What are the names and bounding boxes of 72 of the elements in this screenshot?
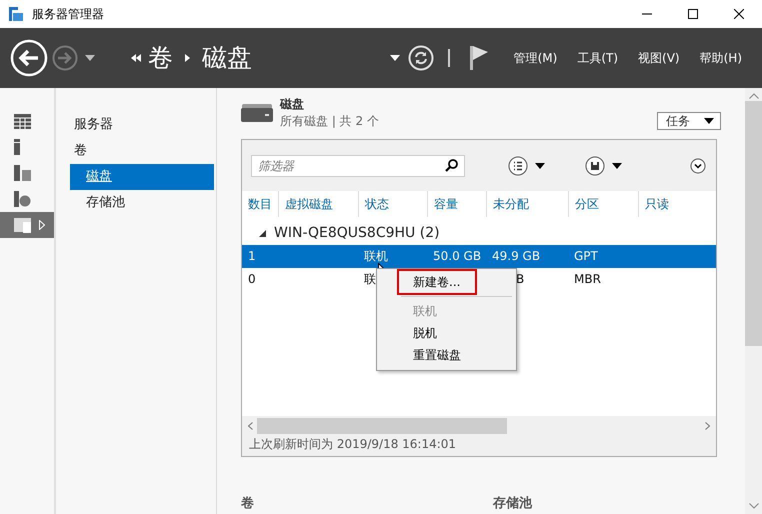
search-icon[interactable] (445, 158, 458, 172)
caret-icon (704, 118, 714, 124)
disk-icon (241, 104, 273, 122)
expand-arrow-icon (39, 220, 45, 230)
selected-row[interactable]: 1 联机 50.0 GB 49.9 GB GPT (242, 245, 716, 268)
server-manager-icon (8, 6, 24, 22)
table-cell-text: 1 (248, 248, 256, 265)
breadcrumb-item[interactable]: 磁盘 (202, 43, 252, 73)
table-cell-text: 联 (364, 271, 376, 288)
toolbar-separator (448, 49, 450, 67)
nav-item[interactable]: 卷 (70, 138, 214, 164)
servers-icon (14, 165, 31, 181)
table-cell-text: 0 (248, 271, 256, 288)
scroll-left-icon[interactable] (248, 422, 253, 430)
view-options-button[interactable] (508, 156, 545, 176)
scroll-up-icon[interactable] (748, 93, 758, 99)
collapse-icon[interactable] (259, 230, 266, 236)
nav-item[interactable]: 磁盘 (70, 164, 214, 190)
menu-item[interactable]: 管理(M) (514, 50, 558, 66)
rail-item[interactable] (0, 212, 54, 238)
scroll-down-icon[interactable] (748, 503, 758, 509)
dashboard-icon (14, 114, 31, 128)
scrollbar-thumb[interactable] (257, 418, 507, 434)
history-caret-icon (85, 55, 95, 61)
table-cell-text: 49.9 GB (492, 248, 540, 265)
menu-item[interactable]: 新建卷... (399, 271, 475, 293)
filter-field[interactable]: 筛选器 (251, 154, 465, 176)
column-header[interactable]: 未分配 (486, 191, 568, 217)
refresh-time: 上次刷新时间为 2019/9/18 16:14:01 (242, 435, 716, 456)
back-button[interactable] (10, 39, 48, 77)
close-icon[interactable] (734, 9, 744, 19)
refresh-icon[interactable] (408, 45, 434, 71)
column-header[interactable]: 虚拟磁盘 (278, 191, 358, 217)
flag-icon[interactable] (470, 46, 488, 70)
menu-item[interactable]: 工具(T) (577, 50, 618, 66)
table-cell-text: 50.0 GB (433, 248, 482, 265)
tasks-button[interactable]: 任务 (657, 112, 721, 130)
breadcrumb-item[interactable]: 卷 (148, 43, 173, 73)
group-label: WIN-QE8QUS8C9HU (2) (274, 225, 440, 241)
table-cell-text: B (516, 271, 524, 288)
table-cell-text: MBR (574, 271, 601, 288)
column-header[interactable]: 容量 (427, 191, 486, 217)
maximize-icon[interactable] (688, 9, 698, 19)
menu-item[interactable]: 重置磁盘 (399, 344, 514, 366)
section-title: 存储池 (493, 495, 533, 512)
column-header[interactable]: 状态 (358, 191, 427, 217)
menu-item[interactable]: 视图(V) (638, 50, 680, 66)
caret-icon (535, 162, 545, 168)
table-cell-text: 联机 (364, 248, 388, 265)
section-subtitle: 所有磁盘 | 共 2 个 (280, 113, 379, 130)
caret-icon (612, 162, 622, 168)
column-header[interactable]: 只读 (638, 191, 711, 217)
rewind-icon (131, 54, 141, 62)
server-globe-icon (14, 191, 31, 207)
window-title: 服务器管理器 (32, 6, 105, 22)
breadcrumb-caret-icon (390, 55, 400, 61)
section-title: 卷 (241, 495, 255, 512)
chevron-right-icon (185, 54, 190, 62)
column-header[interactable]: 数目 (242, 191, 278, 217)
scrollbar-thumb[interactable] (745, 101, 762, 346)
menu-item[interactable]: 帮助(H) (700, 50, 742, 66)
file-services-icon (14, 217, 31, 233)
column-header[interactable]: 分区 (568, 191, 638, 217)
expand-icon[interactable] (690, 158, 706, 174)
scroll-right-icon[interactable] (705, 422, 710, 430)
table-cell-text: GPT (574, 248, 598, 265)
server-icon (14, 139, 20, 155)
nav-item[interactable]: 服务器 (70, 112, 214, 138)
section-title: 磁盘 (280, 96, 305, 113)
save-query-button[interactable] (585, 156, 622, 176)
nav-item[interactable]: 存储池 (70, 190, 214, 216)
menu-item[interactable]: 脱机 (399, 322, 514, 344)
